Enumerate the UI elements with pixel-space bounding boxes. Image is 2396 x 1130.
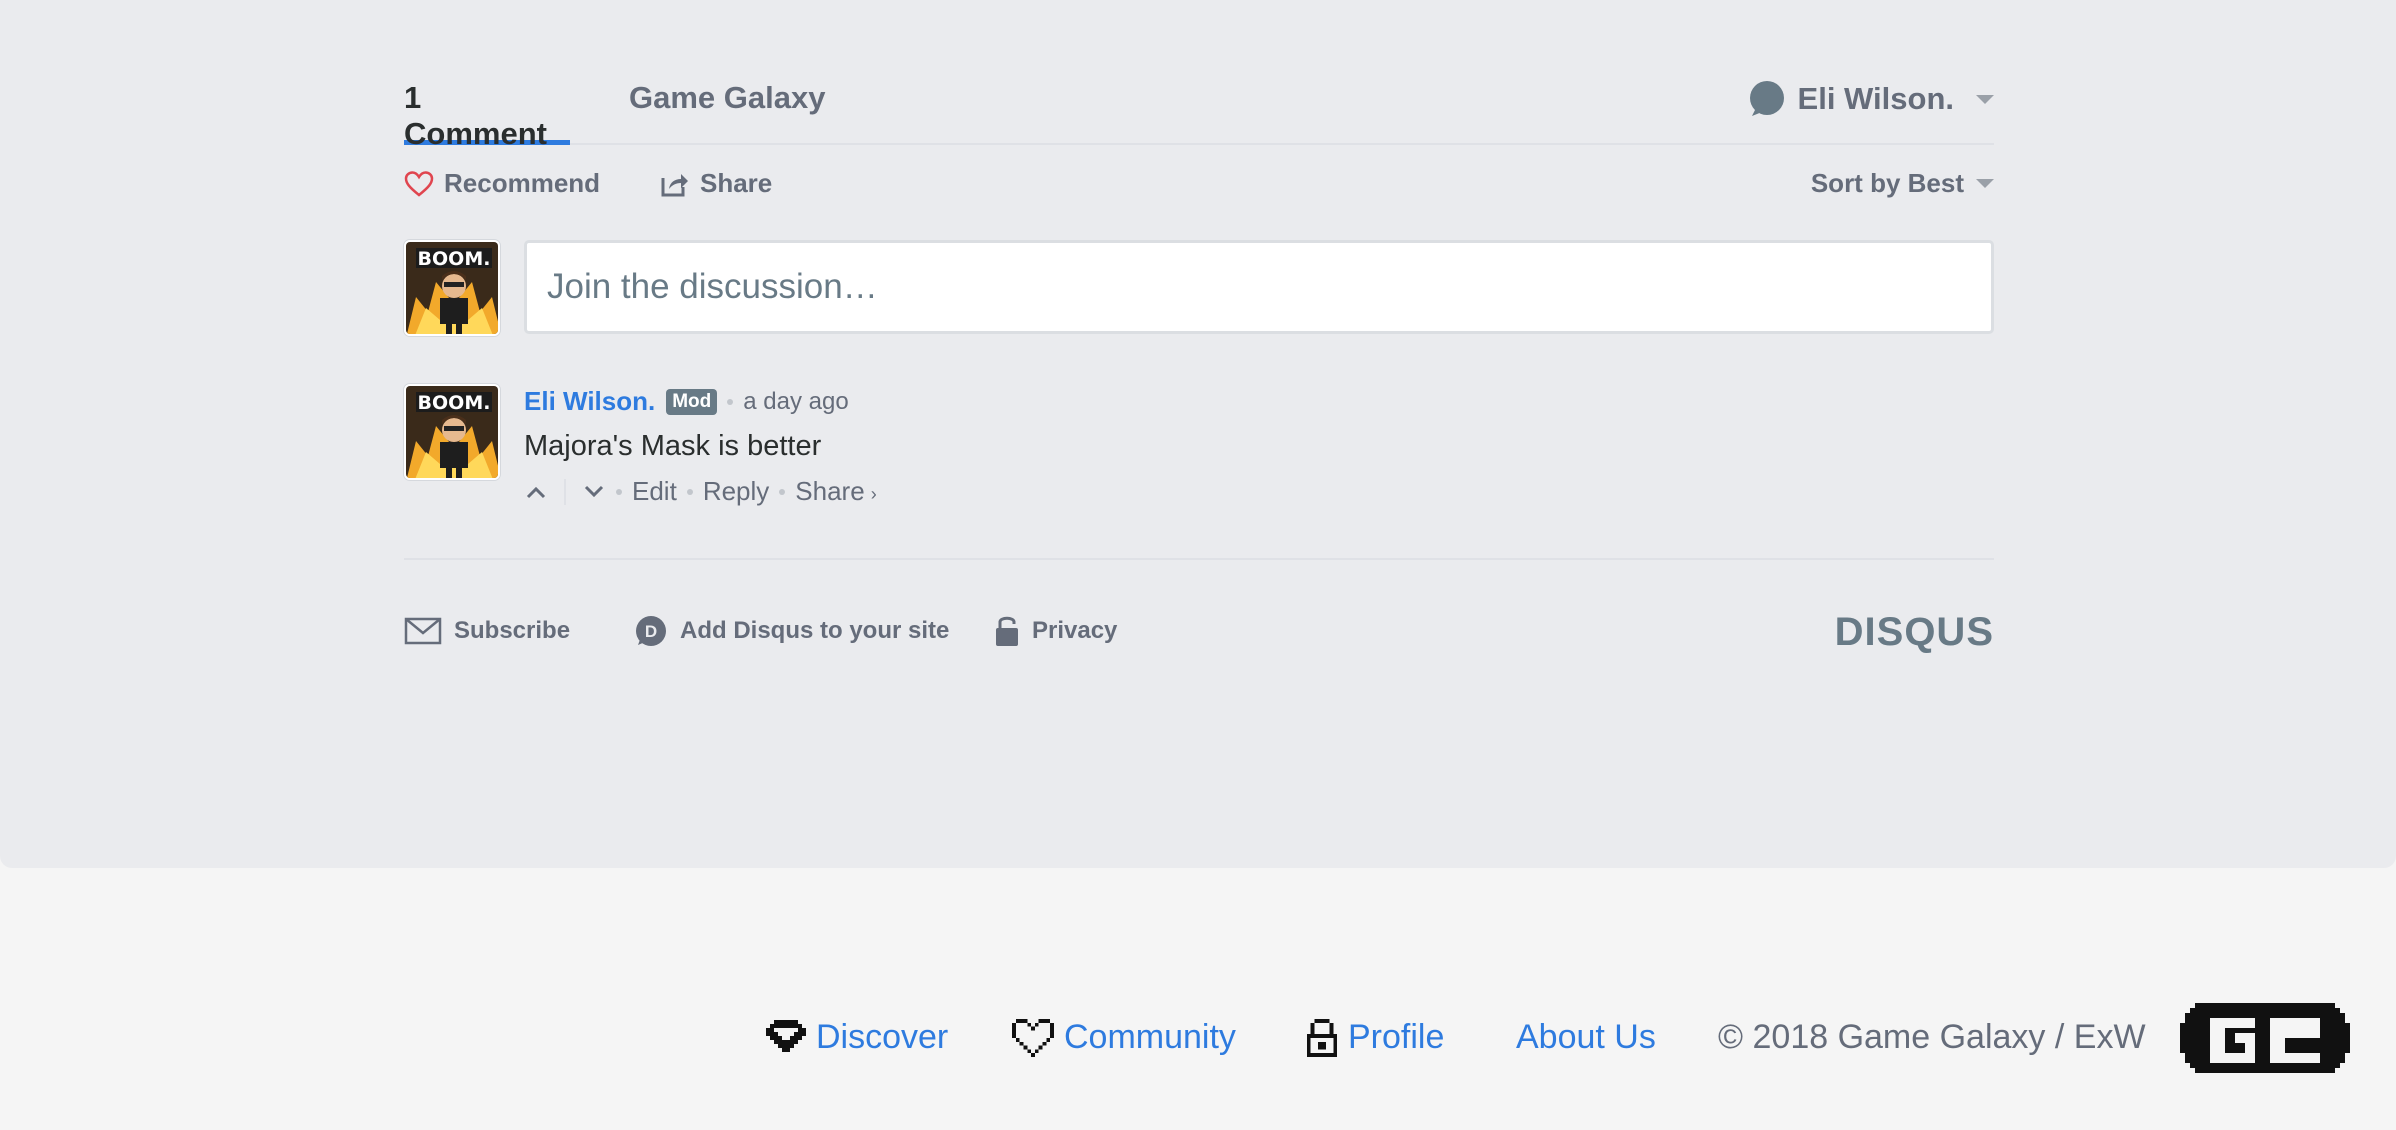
heart-icon xyxy=(1012,1018,1054,1057)
disqus-logo[interactable]: DISQUS xyxy=(1835,610,1994,655)
separator-dot xyxy=(616,488,622,495)
divider xyxy=(404,558,1994,560)
game-galaxy-logo[interactable] xyxy=(2180,1003,2350,1073)
downvote-button[interactable] xyxy=(582,477,606,507)
site-footer: Discover Community Profile About Us © 20… xyxy=(0,995,2396,1080)
privacy-link[interactable]: Privacy xyxy=(994,610,1117,652)
user-name: Eli Wilson. xyxy=(1797,81,1954,116)
community-label: Community xyxy=(1064,1018,1236,1056)
speech-bubble-icon xyxy=(1749,81,1784,116)
upvote-button[interactable] xyxy=(524,477,548,507)
sort-dropdown[interactable]: Sort by Best xyxy=(1811,168,1994,199)
profile-label: Profile xyxy=(1348,1018,1445,1056)
sort-label: Sort by Best xyxy=(1810,168,1964,198)
subscribe-label: Subscribe xyxy=(454,617,571,644)
tab-comments[interactable]: 1 Comment xyxy=(404,80,570,151)
disqus-panel: 1 Comment Game Galaxy Eli Wilson. Recomm… xyxy=(0,0,2396,868)
share-button[interactable]: Share xyxy=(660,168,772,199)
avatar-image: BOOM. xyxy=(406,386,498,478)
reply-button[interactable]: Reply xyxy=(703,476,769,507)
svg-text:BOOM.: BOOM. xyxy=(418,392,491,414)
profile-link[interactable]: Profile xyxy=(1306,995,1444,1080)
disqus-thread: 1 Comment Game Galaxy Eli Wilson. Recomm… xyxy=(404,0,1994,868)
user-menu[interactable]: Eli Wilson. xyxy=(1748,80,1994,118)
thread-actions: Recommend Share Sort by Best xyxy=(404,168,1994,208)
comment-author[interactable]: Eli Wilson. xyxy=(524,386,655,417)
gem-icon xyxy=(766,1019,806,1052)
vote-divider xyxy=(564,478,566,505)
chevron-right-icon: › xyxy=(870,484,877,504)
community-link[interactable]: Community xyxy=(1012,995,1236,1080)
svg-text:BOOM.: BOOM. xyxy=(418,248,491,270)
avatar[interactable]: BOOM. xyxy=(404,384,500,480)
lock-icon xyxy=(1306,1018,1338,1057)
discover-link[interactable]: Discover xyxy=(766,995,948,1080)
privacy-label: Privacy xyxy=(1032,617,1118,644)
add-disqus-label: Add Disqus to your site xyxy=(680,617,950,644)
mod-badge: Mod xyxy=(666,388,718,415)
share-label: Share xyxy=(700,168,773,198)
chevron-down-icon xyxy=(1976,179,1994,188)
share-icon xyxy=(661,173,688,196)
separator-dot xyxy=(727,398,734,405)
recommend-button[interactable]: Recommend xyxy=(404,168,600,199)
separator-dot xyxy=(779,488,786,495)
recommend-label: Recommend xyxy=(444,168,601,198)
avatar-image: BOOM. xyxy=(406,242,498,334)
disqus-footer: Subscribe D Add Disqus to your site Priv… xyxy=(404,610,1994,655)
tab-community[interactable]: Game Galaxy xyxy=(629,80,825,145)
comment-input[interactable] xyxy=(527,243,1991,331)
about-us-link[interactable]: About Us xyxy=(1516,995,1656,1080)
disqus-d-icon: D xyxy=(636,616,666,646)
comment-share-button[interactable]: Share › xyxy=(795,476,876,507)
envelope-icon xyxy=(404,617,442,645)
comment-time[interactable]: a day ago xyxy=(743,388,848,416)
thread-nav: 1 Comment Game Galaxy Eli Wilson. xyxy=(404,0,1994,151)
chevron-down-icon xyxy=(1976,94,1994,104)
lock-icon xyxy=(996,616,1018,646)
comment-composer[interactable] xyxy=(524,240,1994,334)
copyright-text: © 2018 Game Galaxy / ExW xyxy=(1718,1018,2146,1056)
heart-icon xyxy=(404,170,434,197)
chevron-down-icon xyxy=(584,485,604,497)
svg-text:D: D xyxy=(645,622,657,641)
discover-label: Discover xyxy=(816,1018,949,1056)
subscribe-link[interactable]: Subscribe xyxy=(404,610,570,652)
comment-footer: Edit Reply Share › xyxy=(524,476,877,507)
avatar[interactable]: BOOM. xyxy=(404,240,500,336)
edit-button[interactable]: Edit xyxy=(632,476,677,507)
comment-meta: Eli Wilson. Mod a day ago xyxy=(524,386,849,417)
add-disqus-link[interactable]: D Add Disqus to your site xyxy=(634,610,949,652)
comment-body: Majora's Mask is better xyxy=(524,430,822,462)
separator-dot xyxy=(686,488,693,495)
comment-share-label: Share xyxy=(795,476,865,506)
chevron-up-icon xyxy=(526,486,546,498)
